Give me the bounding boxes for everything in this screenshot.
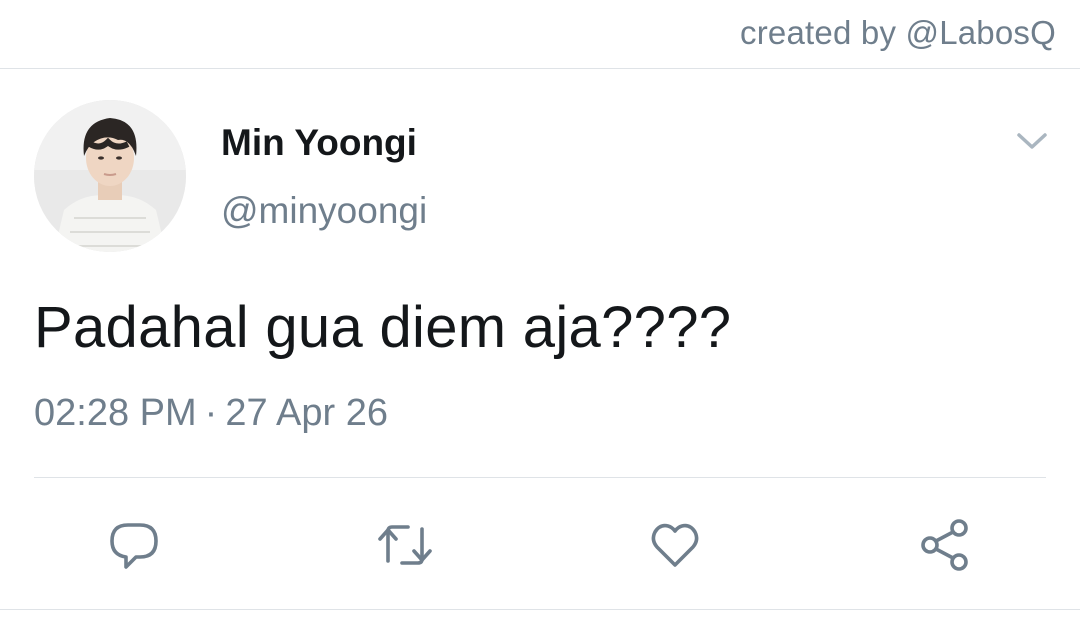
tweet-actions: [0, 510, 1080, 580]
tweet-date: 27 Apr 26: [225, 392, 388, 434]
bottom-divider: [0, 609, 1080, 610]
like-button[interactable]: [640, 510, 710, 580]
avatar-photo: [34, 100, 186, 252]
more-options-button[interactable]: [1014, 126, 1050, 156]
retweet-icon: [378, 525, 432, 565]
share-button[interactable]: [910, 510, 980, 580]
credit-label: created by @LabosQ: [740, 14, 1056, 51]
tweet-timestamp: 02:28 PM · 27 Apr 26: [34, 392, 388, 435]
tweet-text: Padahal gua diem aja????: [34, 295, 732, 360]
chevron-down-icon: [1017, 133, 1047, 149]
retweet-button[interactable]: [370, 510, 440, 580]
reply-icon: [110, 523, 158, 569]
avatar[interactable]: [34, 100, 186, 252]
top-divider: [0, 68, 1080, 69]
display-name[interactable]: Min Yoongi: [221, 122, 417, 164]
user-handle[interactable]: @minyoongi: [221, 190, 427, 232]
heart-icon: [651, 523, 699, 567]
reply-button[interactable]: [99, 510, 169, 580]
share-icon: [921, 519, 968, 571]
actions-divider: [34, 477, 1046, 478]
timestamp-separator: ·: [204, 392, 218, 434]
tweet-time: 02:28 PM: [34, 392, 197, 434]
